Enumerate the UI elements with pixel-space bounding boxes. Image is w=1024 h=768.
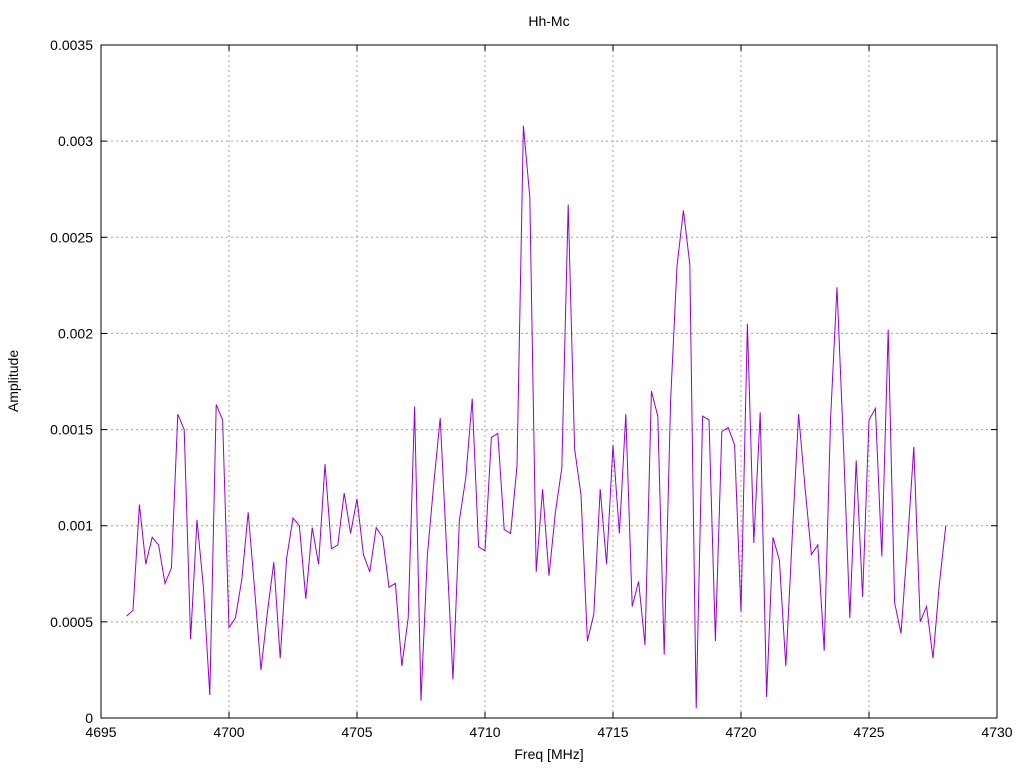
x-tick-label: 4700 — [213, 724, 244, 740]
x-tick-label: 4695 — [85, 724, 116, 740]
y-axis-label: Amplitude — [5, 350, 21, 412]
x-tick-label: 4730 — [981, 724, 1012, 740]
x-tick-label: 4710 — [469, 724, 500, 740]
y-tick-label: 0.0025 — [50, 229, 93, 245]
y-tick-label: 0.0005 — [50, 614, 93, 630]
y-tick-label: 0 — [85, 710, 93, 726]
x-tick-label: 4725 — [853, 724, 884, 740]
y-tick-label: 0.001 — [58, 518, 93, 534]
y-tick-label: 0.003 — [58, 133, 93, 149]
x-axis-label: Freq [MHz] — [514, 746, 583, 762]
chart: 4695 4700 4705 4710 4715 4720 4725 4730 0 0.0005 0… — [0, 0, 1024, 768]
x-tick-label: 4715 — [597, 724, 628, 740]
y-tick-label: 0.0015 — [50, 422, 93, 438]
x-tick-label: 4720 — [725, 724, 756, 740]
y-tick-label: 0.0035 — [50, 37, 93, 53]
x-tick-label: 4705 — [341, 724, 372, 740]
y-tick-label: 0.002 — [58, 325, 93, 341]
chart-title: Hh-Mc — [528, 13, 569, 29]
chart-background — [0, 0, 1024, 768]
